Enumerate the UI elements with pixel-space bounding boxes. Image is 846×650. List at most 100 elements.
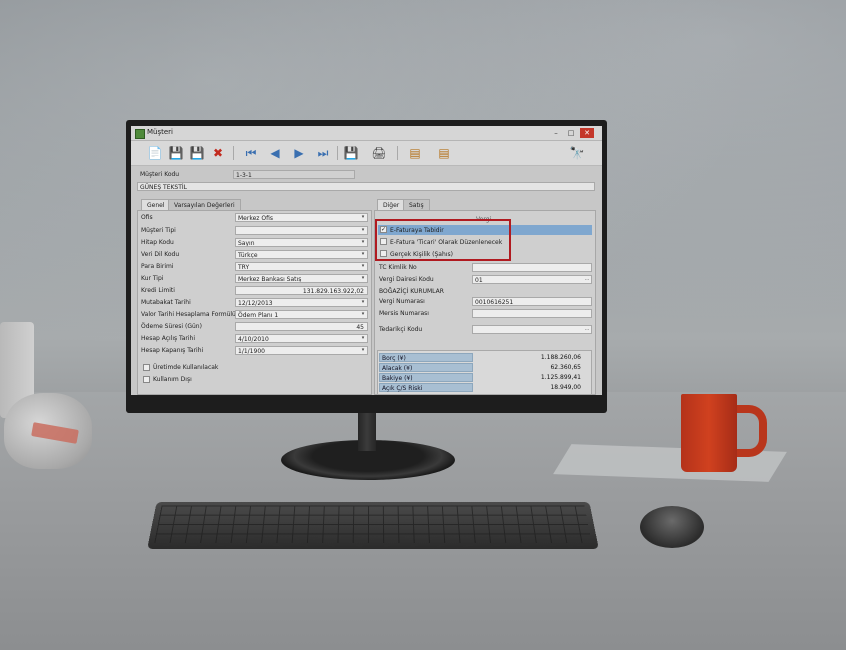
chevron-down-icon[interactable]: ▾ xyxy=(359,311,367,318)
window-title: Müşteri xyxy=(147,128,173,136)
kredi-limiti-label: Kredi Limiti xyxy=(141,287,175,294)
toolbar: 📄 💾 💾 ✖ ⏮ ◀ ▶ ⏭ 💾 🖨 ▤ ▤ 🔭 xyxy=(131,141,602,166)
toolbar-separator xyxy=(397,146,398,160)
export-icon[interactable]: 💾 xyxy=(343,145,359,161)
hesap-acilis-tarihi-value: 4/10/2010 xyxy=(238,336,269,343)
summary-label: Borç (¥) xyxy=(379,353,473,362)
tedarikci-kodu-label: Tedarikçi Kodu xyxy=(379,326,423,333)
chevron-down-icon[interactable]: ▾ xyxy=(359,227,367,234)
tab-satis[interactable]: Satış xyxy=(403,199,430,210)
hesap-kapanis-tarihi-field[interactable]: 1/1/1900 ▾ xyxy=(235,346,368,355)
save-close-icon[interactable]: 💾 xyxy=(189,145,205,161)
tedarikci-kodu-field[interactable]: … xyxy=(472,325,592,334)
customer-name-field[interactable]: GÜNEŞ TEKSTİL xyxy=(137,182,595,191)
summary-label: Açık Ç/S Riski xyxy=(379,383,473,392)
chevron-down-icon[interactable]: ▾ xyxy=(359,335,367,342)
uretim-checkbox[interactable] xyxy=(143,364,150,371)
mersis-numarasi-label: Mersis Numarası xyxy=(379,310,429,317)
vergi-dairesi-kodu-value: 01 xyxy=(475,277,483,284)
delete-icon[interactable]: ✖ xyxy=(210,145,226,161)
close-button[interactable]: ✕ xyxy=(580,128,594,138)
next-record-icon[interactable]: ▶ xyxy=(291,145,307,161)
tab-genel[interactable]: Genel xyxy=(141,199,171,210)
hitap-kodu-field[interactable]: Sayın ▾ xyxy=(235,238,368,247)
veri-dil-kodu-field[interactable]: Türkçe ▾ xyxy=(235,250,368,259)
chevron-down-icon[interactable]: ▾ xyxy=(359,299,367,306)
customer-code-field[interactable]: 1-3-1 xyxy=(233,170,355,179)
hitap-kodu-label: Hitap Kodu xyxy=(141,239,174,246)
vergi-dairesi-adi-label: BOĞAZİÇİ KURUMLAR xyxy=(379,288,444,295)
previous-record-icon[interactable]: ◀ xyxy=(267,145,283,161)
minimize-button[interactable]: – xyxy=(549,128,563,138)
chevron-down-icon[interactable]: ▾ xyxy=(359,347,367,354)
kur-tipi-value: Merkez Bankası Satış xyxy=(238,276,302,283)
tab-varsayilan-degerleri[interactable]: Varsayılan Değerleri xyxy=(168,199,241,210)
chevron-down-icon[interactable]: ▾ xyxy=(359,214,367,221)
keyboard-keys xyxy=(154,505,592,544)
vergi-dairesi-kodu-field[interactable]: 01 … xyxy=(472,275,592,284)
kullanim-disi-checkbox-label: Kullanım Dışı xyxy=(153,376,192,383)
odeme-suresi-field[interactable]: 45 xyxy=(235,322,368,331)
mutabakat-tarihi-field[interactable]: 12/12/2013 ▾ xyxy=(235,298,368,307)
vergi-numarasi-value: 0010616251 xyxy=(475,299,514,306)
tab-diger[interactable]: Diğer xyxy=(377,199,406,210)
valor-formulu-label: Valor Tarihi Hesaplama Formülü xyxy=(141,311,236,318)
ellipsis-lookup-icon[interactable]: … xyxy=(583,326,591,333)
mersis-numarasi-field[interactable] xyxy=(472,309,592,318)
summary-value: 1.125.899,41 xyxy=(540,374,581,381)
para-birimi-label: Para Birimi xyxy=(141,263,174,270)
hesap-kapanis-tarihi-label: Hesap Kapanış Tarihi xyxy=(141,347,204,354)
odeme-suresi-label: Ödeme Süresi (Gün) xyxy=(141,323,202,330)
report-icon[interactable]: ▤ xyxy=(407,145,423,161)
kur-tipi-label: Kur Tipi xyxy=(141,275,164,282)
kullanim-disi-checkbox[interactable] xyxy=(143,376,150,383)
chevron-down-icon[interactable]: ▾ xyxy=(359,251,367,258)
odeme-suresi-value: 45 xyxy=(356,324,364,331)
valor-formulu-field[interactable]: Ödem Planı 1 ▾ xyxy=(235,310,368,319)
musteri-tipi-field[interactable]: ▾ xyxy=(235,226,368,235)
summary-label: Alacak (¥) xyxy=(379,363,473,372)
vergi-numarasi-field[interactable]: 0010616251 xyxy=(472,297,592,306)
chevron-down-icon[interactable]: ▾ xyxy=(359,275,367,282)
coffee-mug xyxy=(681,394,737,472)
kur-tipi-field[interactable]: Merkez Bankası Satış ▾ xyxy=(235,274,368,283)
tc-kimlik-no-label: TC Kimlik No xyxy=(379,264,417,271)
musteri-tipi-label: Müşteri Tipi xyxy=(141,227,176,234)
chevron-down-icon[interactable]: ▾ xyxy=(359,263,367,270)
computer-mouse xyxy=(640,506,704,548)
hesap-acilis-tarihi-field[interactable]: 4/10/2010 ▾ xyxy=(235,334,368,343)
first-record-icon[interactable]: ⏮ xyxy=(243,145,259,161)
last-record-icon[interactable]: ⏭ xyxy=(315,145,331,161)
uretim-checkbox-label: Üretimde Kullanılacak xyxy=(153,364,219,371)
summary-value: 62.360,65 xyxy=(550,364,581,371)
kredi-limiti-field[interactable]: 131.829.163.922,02 xyxy=(235,286,368,295)
new-record-icon[interactable]: 📄 xyxy=(147,145,163,161)
print-icon[interactable]: 🖨 xyxy=(371,145,387,161)
mutabakat-tarihi-label: Mutabakat Tarihi xyxy=(141,299,191,306)
para-birimi-field[interactable]: TRY ▾ xyxy=(235,262,368,271)
kredi-limiti-value: 131.829.163.922,02 xyxy=(302,288,364,295)
ofis-label: Ofis xyxy=(141,214,153,221)
annotation-highlight-box xyxy=(375,219,511,261)
binoculars-search-icon[interactable]: 🔭 xyxy=(569,145,585,161)
ofis-value: Merkez Ofis xyxy=(238,215,273,222)
maximize-button[interactable]: □ xyxy=(564,128,578,138)
ellipsis-lookup-icon[interactable]: … xyxy=(583,276,591,283)
summary-label: Bakiye (¥) xyxy=(379,373,473,382)
toolbar-separator xyxy=(233,146,234,160)
ofis-field[interactable]: Merkez Ofis ▾ xyxy=(235,213,368,222)
toolbar-separator xyxy=(337,146,338,160)
summary-value: 18.949,00 xyxy=(550,384,581,391)
window-app-icon xyxy=(135,129,145,139)
hesap-kapanis-tarihi-value: 1/1/1900 xyxy=(238,348,265,355)
monitor-screen: Müşteri – □ ✕ 📄 💾 💾 ✖ ⏮ ◀ ▶ ⏭ 💾 🖨 ▤ ▤ 🔭 … xyxy=(131,126,602,395)
tc-kimlik-no-field[interactable] xyxy=(472,263,592,272)
hitap-kodu-value: Sayın xyxy=(238,240,255,247)
report-list-icon[interactable]: ▤ xyxy=(436,145,452,161)
vergi-numarasi-label: Vergi Numarası xyxy=(379,298,425,305)
customer-code-label: Müşteri Kodu xyxy=(140,171,180,178)
save-icon[interactable]: 💾 xyxy=(168,145,184,161)
para-birimi-value: TRY xyxy=(238,264,250,271)
chevron-down-icon[interactable]: ▾ xyxy=(359,239,367,246)
window-titlebar: Müşteri – □ ✕ xyxy=(131,126,602,141)
